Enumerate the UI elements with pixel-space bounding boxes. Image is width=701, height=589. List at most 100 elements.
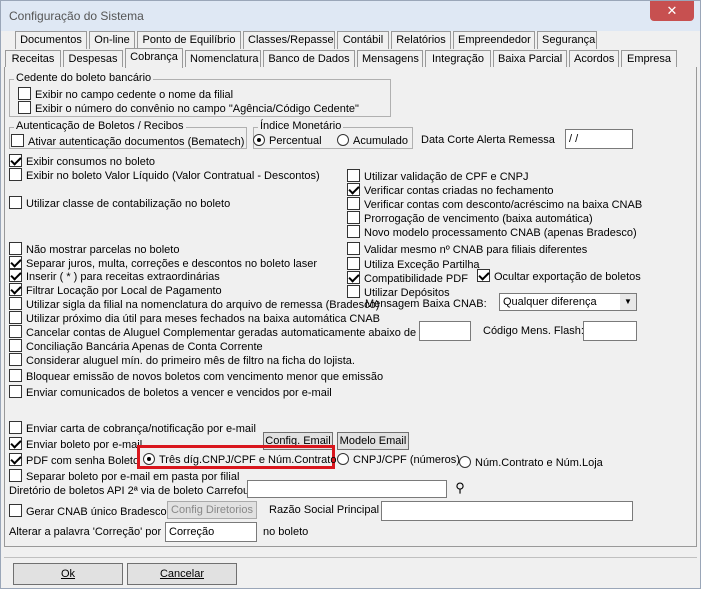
considerar-checkbox[interactable]: Considerar aluguel mín. do primeiro mês … <box>9 353 355 367</box>
validacao-cpf-checkbox[interactable]: Utilizar validação de CPF e CNPJ <box>347 169 528 183</box>
checkbox-box[interactable] <box>9 453 22 466</box>
inserir-checkbox[interactable]: Inserir ( * ) para receitas extraordinár… <box>9 269 220 283</box>
ocultar-checkbox[interactable]: Ocultar exportação de boletos <box>477 269 641 283</box>
pdf-senha-checkbox[interactable]: PDF com senha Boleto <box>9 453 139 467</box>
checkbox-box[interactable] <box>347 211 360 224</box>
depositos-checkbox[interactable]: Utilizar Depósitos <box>347 285 450 299</box>
checkbox-box[interactable] <box>9 311 22 324</box>
tab-despesas[interactable]: Despesas <box>63 50 123 68</box>
tab-documentos[interactable]: Documentos <box>15 31 87 49</box>
checkbox-box[interactable] <box>18 87 31 100</box>
cancelar-valor-input[interactable] <box>419 321 471 341</box>
tab-contabil[interactable]: Contábil <box>337 31 389 49</box>
checkbox-box[interactable] <box>347 285 360 298</box>
checkbox-box[interactable] <box>11 134 24 147</box>
prorrogacao-checkbox[interactable]: Prorrogação de vencimento (baixa automát… <box>347 211 593 225</box>
checkbox-box[interactable] <box>347 169 360 182</box>
checkbox-box[interactable] <box>9 256 22 269</box>
checkbox-box[interactable] <box>18 101 31 114</box>
modelo-email-button[interactable]: Modelo Email <box>337 432 409 450</box>
checkbox-box[interactable] <box>347 271 360 284</box>
separar-juros-checkbox[interactable]: Separar juros, multa, correções e descon… <box>9 256 317 270</box>
radio-dot[interactable] <box>337 453 349 465</box>
tab-ponto-equilibrio[interactable]: Ponto de Equilíbrio <box>137 31 241 49</box>
enviar-comunicados-checkbox[interactable]: Enviar comunicados de boletos a vencer e… <box>9 385 332 399</box>
cedente-filial-checkbox[interactable]: Exibir no campo cedente o nome da filial <box>18 87 233 101</box>
verificar-contas-checkbox[interactable]: Verificar contas criadas no fechamento <box>347 183 554 197</box>
exibir-consumos-checkbox[interactable]: Exibir consumos no boleto <box>9 154 155 168</box>
checkbox-box[interactable] <box>9 437 22 450</box>
binoculars-icon[interactable]: ⚲ <box>451 480 469 498</box>
chevron-down-icon[interactable]: ▼ <box>620 294 636 310</box>
checkbox-box[interactable] <box>347 225 360 238</box>
tab-acordos[interactable]: Acordos <box>569 50 619 68</box>
radio-dot[interactable] <box>253 134 265 146</box>
tab-receitas[interactable]: Receitas <box>5 50 61 68</box>
checkbox-box[interactable] <box>9 504 22 517</box>
tab-relatorios[interactable]: Relatórios <box>391 31 451 49</box>
checkbox-box[interactable] <box>9 421 22 434</box>
checkbox-box[interactable] <box>9 283 22 296</box>
autenticacao-checkbox[interactable]: Ativar autenticação documentos (Bematech… <box>11 134 244 148</box>
cnpj-numeros-radio[interactable]: CNPJ/CPF (números) <box>337 453 460 467</box>
checkbox-box[interactable] <box>347 183 360 196</box>
data-corte-input[interactable]: / / <box>565 129 633 149</box>
checkbox-box[interactable] <box>9 385 22 398</box>
checkbox-box[interactable] <box>9 242 22 255</box>
excecao-checkbox[interactable]: Utiliza Exceção Partilha <box>347 257 480 271</box>
tres-dig-radio[interactable]: Três díg.CNPJ/CPF e Núm.Contrato <box>143 453 336 467</box>
utilizar-classe-checkbox[interactable]: Utilizar classe de contabilização no bol… <box>9 196 230 210</box>
exibir-valor-liquido-checkbox[interactable]: Exibir no boleto Valor Líquido (Valor Co… <box>9 168 320 182</box>
codigo-flash-input[interactable] <box>583 321 637 341</box>
tab-empreendedor[interactable]: Empreendedor <box>453 31 535 49</box>
enviar-carta-checkbox[interactable]: Enviar carta de cobrança/notificação por… <box>9 421 256 435</box>
checkbox-box[interactable] <box>9 269 22 282</box>
tab-banco-dados[interactable]: Banco de Dados <box>263 50 355 68</box>
radio-dot[interactable] <box>337 134 349 146</box>
checkbox-box[interactable] <box>9 369 22 382</box>
cedente-convenio-checkbox[interactable]: Exibir o número do convênio no campo "Ag… <box>18 101 359 115</box>
percentual-radio[interactable]: Percentual <box>253 134 322 148</box>
nao-mostrar-parcelas-checkbox[interactable]: Não mostrar parcelas no boleto <box>9 242 179 256</box>
sigla-checkbox[interactable]: Utilizar sigla da filial na nomenclatura… <box>9 297 379 311</box>
radio-dot[interactable] <box>459 456 471 468</box>
filtrar-checkbox[interactable]: Filtrar Locação por Local de Pagamento <box>9 283 222 297</box>
validar-cnab-checkbox[interactable]: Validar mesmo nº CNAB para filiais difer… <box>347 242 587 256</box>
checkbox-box[interactable] <box>9 196 22 209</box>
checkbox-box[interactable] <box>347 197 360 210</box>
separar-boleto-checkbox[interactable]: Separar boleto por e-mail em pasta por f… <box>9 469 239 483</box>
close-button[interactable]: ✕ <box>650 1 694 21</box>
ok-button[interactable]: Ok <box>13 563 123 585</box>
mensagem-baixa-select[interactable]: Qualquer diferença ▼ <box>499 293 637 311</box>
tab-online[interactable]: On-line <box>89 31 135 49</box>
proximo-dia-checkbox[interactable]: Utilizar próximo dia útil para meses fec… <box>9 311 380 325</box>
tab-mensagens[interactable]: Mensagens <box>357 50 423 68</box>
enviar-boleto-checkbox[interactable]: Enviar boleto por e-mail <box>9 437 142 451</box>
razao-social-input[interactable] <box>381 501 633 521</box>
compat-pdf-checkbox[interactable]: Compatibilidade PDF <box>347 271 468 285</box>
tab-cobranca[interactable]: Cobrança <box>125 48 183 68</box>
tab-empresa[interactable]: Empresa <box>621 50 677 68</box>
diretorio-input[interactable] <box>247 480 447 498</box>
checkbox-box[interactable] <box>9 297 22 310</box>
gerar-cnab-checkbox[interactable]: Gerar CNAB único Bradesco <box>9 504 167 518</box>
bloquear-checkbox[interactable]: Bloquear emissão de novos boletos com ve… <box>9 369 383 383</box>
checkbox-box[interactable] <box>9 325 22 338</box>
checkbox-box[interactable] <box>9 353 22 366</box>
acumulado-radio[interactable]: Acumulado <box>337 134 408 148</box>
radio-dot[interactable] <box>143 453 155 465</box>
novo-modelo-checkbox[interactable]: Novo modelo processamento CNAB (apenas B… <box>347 225 637 239</box>
config-diretorios-button[interactable]: Config Diretorios <box>167 501 257 519</box>
conciliacao-checkbox[interactable]: Conciliação Bancária Apenas de Conta Cor… <box>9 339 263 353</box>
correcao-input[interactable]: Correção <box>165 522 257 542</box>
checkbox-box[interactable] <box>9 168 22 181</box>
cancelar-contas-checkbox[interactable]: Cancelar contas de Aluguel Complementar … <box>9 325 433 339</box>
checkbox-box[interactable] <box>9 339 22 352</box>
verificar-desconto-checkbox[interactable]: Verificar contas com desconto/acréscimo … <box>347 197 642 211</box>
checkbox-box[interactable] <box>477 269 490 282</box>
cancelar-button[interactable]: Cancelar <box>127 563 237 585</box>
tab-integracao[interactable]: Integração <box>425 50 491 68</box>
tab-nomenclatura[interactable]: Nomenclatura <box>185 50 261 68</box>
tab-seguranca[interactable]: Segurança <box>537 31 597 49</box>
tab-classes-repasse[interactable]: Classes/Repasse <box>243 31 335 49</box>
